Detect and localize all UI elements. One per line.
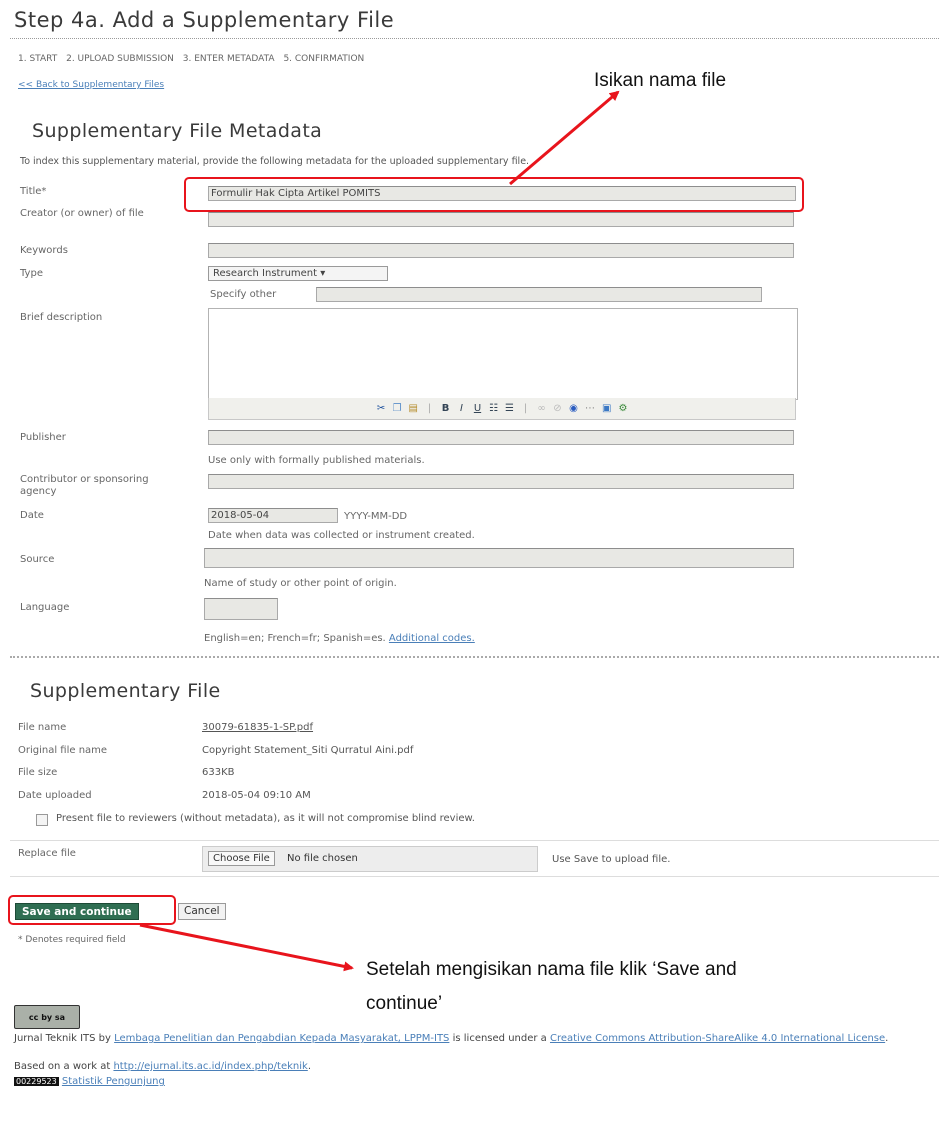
footer-stats: 00229523 Statistik Pengunjung: [14, 1076, 165, 1087]
footer-license: Jurnal Teknik ITS by Lembaga Penelitian …: [14, 1033, 889, 1044]
footer-based: Based on a work at http://ejurnal.its.ac…: [14, 1061, 311, 1072]
org-link[interactable]: Lembaga Penelitian dan Pengabdian Kepada…: [114, 1033, 449, 1044]
visitor-counter: 00229523: [14, 1077, 59, 1086]
arrow-to-fill-name-annotation: [509, 90, 620, 186]
stats-link[interactable]: Statistik Pengunjung: [62, 1076, 165, 1087]
licensed-text: is licensed under a: [452, 1033, 547, 1044]
cc-license-badge[interactable]: cc by sa: [14, 1005, 80, 1029]
annotation-after-fill: Setelah mengisikan nama file klik ‘Save …: [366, 959, 737, 1014]
license-link[interactable]: Creative Commons Attribution-ShareAlike …: [550, 1033, 885, 1044]
cc-badge-text: cc by sa: [28, 1012, 66, 1022]
annotation-fill-name: Isikan nama file: [594, 70, 727, 91]
based-link[interactable]: http://ejurnal.its.ac.id/index.php/tekni…: [113, 1061, 307, 1072]
journal-text: Jurnal Teknik ITS by: [14, 1033, 111, 1044]
arrow-to-save-annotation: [139, 923, 354, 972]
based-text: Based on a work at: [14, 1061, 111, 1072]
